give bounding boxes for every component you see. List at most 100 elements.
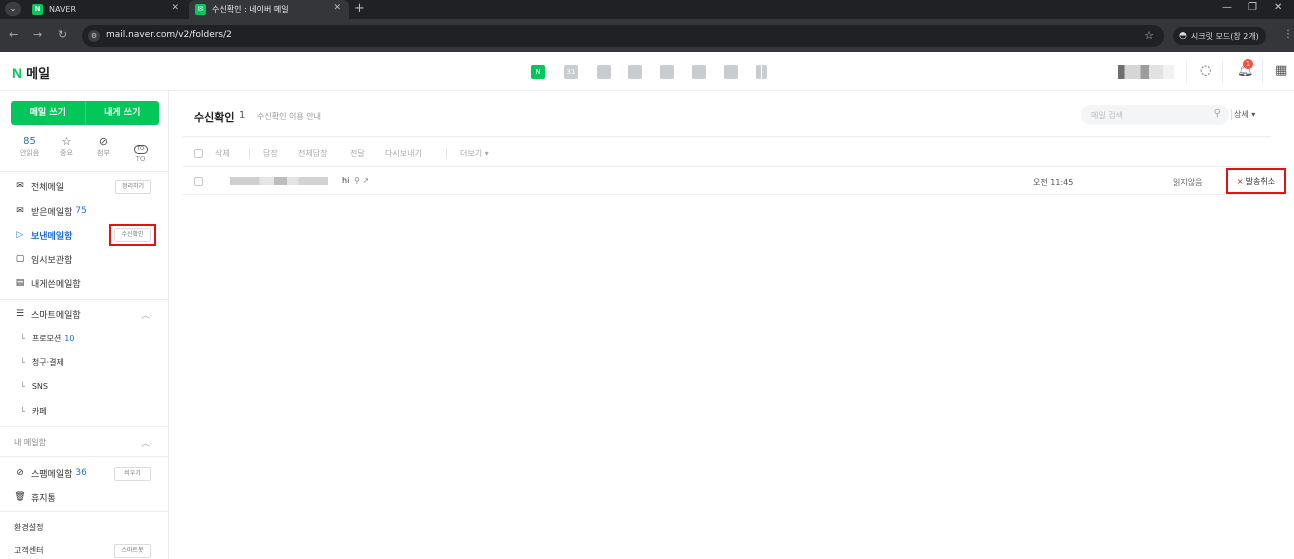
folder-smart[interactable]: ☰ 스마트메일함	[14, 306, 81, 322]
read-receipt-button[interactable]: 수신확인	[114, 228, 151, 242]
select-all-checkbox[interactable]	[194, 149, 203, 158]
search-input[interactable]: 메일 검색 ⚲	[1081, 105, 1229, 125]
back-icon[interactable]: ←	[9, 28, 18, 41]
mybox-icon[interactable]	[660, 65, 674, 79]
home-icon[interactable]	[724, 65, 738, 79]
smart-item-promotion[interactable]: └ 프로모션 10	[20, 333, 74, 344]
contacts-icon[interactable]	[628, 65, 642, 79]
guide-link[interactable]: 수신확인 이용 안내	[257, 111, 321, 122]
collapse-icon[interactable]: ︿	[141, 308, 150, 321]
browser-toolbar: ← → ↻ ⚙ mail.naver.com/v2/folders/2 ☆ ◓ …	[0, 19, 1294, 52]
folder-spam[interactable]: ⊘ 스팸메일함 36	[14, 465, 87, 481]
row-checkbox[interactable]	[194, 177, 203, 186]
browser-tabbar: ⌄ N NAVER ✕ ✉ 수신확인 : 네이버 메일 ✕ + — ❐ ✕	[0, 0, 1294, 19]
cancel-send-label: 발송취소	[1245, 176, 1276, 186]
reply-all-button[interactable]: 전체답장	[298, 148, 327, 159]
empty-spam-button[interactable]: 비우기	[114, 467, 151, 481]
unread-filter[interactable]: 85 안읽음	[11, 135, 48, 161]
reload-icon[interactable]: ↻	[58, 28, 67, 41]
stack-icon: ☰	[15, 309, 25, 319]
bookmark-icon[interactable]	[756, 65, 767, 79]
recipient-redacted	[230, 177, 328, 185]
more-button[interactable]: 더보기 ▾	[460, 148, 489, 159]
divider	[183, 194, 1287, 195]
support-link[interactable]: 고객센터	[14, 545, 43, 556]
delete-button[interactable]: 삭제	[215, 148, 230, 159]
my-mailbox-heading[interactable]: 내 메일함	[14, 437, 46, 448]
naver-mail-logo[interactable]: N 메일	[12, 63, 50, 83]
tab-title: NAVER	[49, 5, 77, 14]
forward-button[interactable]: 전달	[350, 148, 365, 159]
magnifier-icon[interactable]: ⚲	[354, 176, 360, 185]
notification-badge: 1	[1243, 59, 1253, 69]
incognito-indicator[interactable]: ◓ 시크릿 모드(창 2개)	[1173, 27, 1266, 45]
spam-count: 36	[75, 468, 87, 478]
folder-label: 전체메일	[31, 182, 65, 193]
folder-sent[interactable]: ▷ 보낸메일함	[14, 227, 73, 243]
close-window-icon[interactable]: ✕	[1274, 2, 1282, 13]
folder-trash[interactable]: 🗑︎ 휴지통	[14, 489, 56, 505]
browser-tab-mail[interactable]: ✉ 수신확인 : 네이버 메일 ✕	[189, 0, 349, 19]
minimize-icon[interactable]: —	[1222, 2, 1232, 13]
reply-button[interactable]: 답장	[263, 148, 278, 159]
resend-button[interactable]: 다시보내기	[385, 148, 422, 159]
self-compose-button[interactable]: 내게 쓰기	[84, 101, 159, 125]
divider	[0, 426, 169, 427]
new-tab-icon[interactable]: +	[354, 1, 365, 16]
restore-icon[interactable]: ❐	[1248, 2, 1257, 13]
incognito-icon: ◓	[1179, 31, 1187, 41]
bookmark-star-icon[interactable]: ☆	[1144, 29, 1154, 42]
chat-icon[interactable]: ◌	[1200, 63, 1211, 78]
mail-subject[interactable]: hi	[342, 176, 349, 185]
folder-label: 스마트메일함	[31, 310, 81, 321]
smartbot-button[interactable]: 스마트봇	[114, 544, 151, 558]
detail-search-button[interactable]: 상세 ▾	[1234, 109, 1255, 120]
organize-button[interactable]: 정리하기	[115, 180, 151, 194]
tree-branch-icon: └	[20, 407, 25, 416]
mail-list-panel: 수신확인 1 수신확인 이용 안내 메일 검색 ⚲ 상세 ▾ 삭제 답장 전체답…	[170, 91, 1294, 559]
mail-service-icon[interactable]: N	[531, 65, 545, 79]
memo-icon[interactable]	[597, 65, 611, 79]
popup-icon[interactable]: ↗	[362, 176, 369, 185]
avatar[interactable]	[1118, 65, 1174, 79]
to-icon: TO	[133, 145, 148, 154]
site-settings-icon[interactable]: ⚙	[88, 30, 100, 42]
mail-icon: ✉	[16, 181, 24, 191]
compose-button[interactable]: 메일 쓰기	[11, 101, 85, 125]
to-filter[interactable]: TO TO	[122, 135, 159, 163]
naver-logo-icon: N	[12, 64, 23, 81]
address-bar[interactable]: ⚙ mail.naver.com/v2/folders/2 ☆	[82, 25, 1164, 47]
collapse-icon[interactable]: ︿	[141, 436, 150, 449]
close-icon[interactable]: ✕	[333, 3, 341, 13]
folder-inbox[interactable]: ✉ 받은메일함 75	[14, 203, 87, 219]
search-icon[interactable]: ⚲	[1214, 108, 1221, 119]
calendar-icon[interactable]: 31	[564, 65, 578, 79]
cancel-send-button[interactable]: × 발송취소	[1226, 168, 1286, 194]
close-icon[interactable]: ✕	[171, 3, 179, 13]
settings-link[interactable]: 환경설정	[14, 522, 43, 533]
divider	[183, 136, 1271, 137]
folder-label: 받은메일함	[31, 207, 73, 218]
folder-self[interactable]: ▤ 내게쓴메일함	[14, 275, 81, 291]
divider	[183, 166, 1287, 167]
folder-label: 내게쓴메일함	[31, 279, 81, 290]
folder-all[interactable]: ✉ 전체메일	[14, 178, 64, 194]
folder-drafts[interactable]: ▢ 임시보관함	[14, 251, 73, 267]
app-header: N 메일 N 31 ◌ 🔔︎ 1 ▦	[0, 52, 1294, 91]
smart-item-sns[interactable]: └ SNS	[20, 382, 48, 391]
apps-grid-icon[interactable]: ▦	[1275, 63, 1287, 78]
important-filter[interactable]: ☆ 중요	[48, 135, 85, 161]
folder-label: 스팸메일함	[31, 469, 73, 480]
attachment-filter[interactable]: ⊘ 첨부	[85, 135, 122, 161]
forward-icon[interactable]: →	[33, 28, 42, 41]
smart-item-billing[interactable]: └ 청구·결제	[20, 357, 64, 368]
mail-favicon-icon: ✉	[195, 4, 206, 15]
smart-item-cafe[interactable]: └ 카페	[20, 406, 47, 417]
preview-icons[interactable]: ⚲ ↗	[354, 176, 369, 185]
promotion-count: 10	[64, 334, 75, 343]
attachment-label: 첨부	[97, 149, 110, 157]
browser-menu-icon[interactable]: ⋮	[1283, 29, 1293, 40]
todo-icon[interactable]	[692, 65, 706, 79]
browser-tab-naver[interactable]: N NAVER ✕	[27, 0, 187, 19]
tab-search-chevron-icon[interactable]: ⌄	[5, 2, 21, 16]
